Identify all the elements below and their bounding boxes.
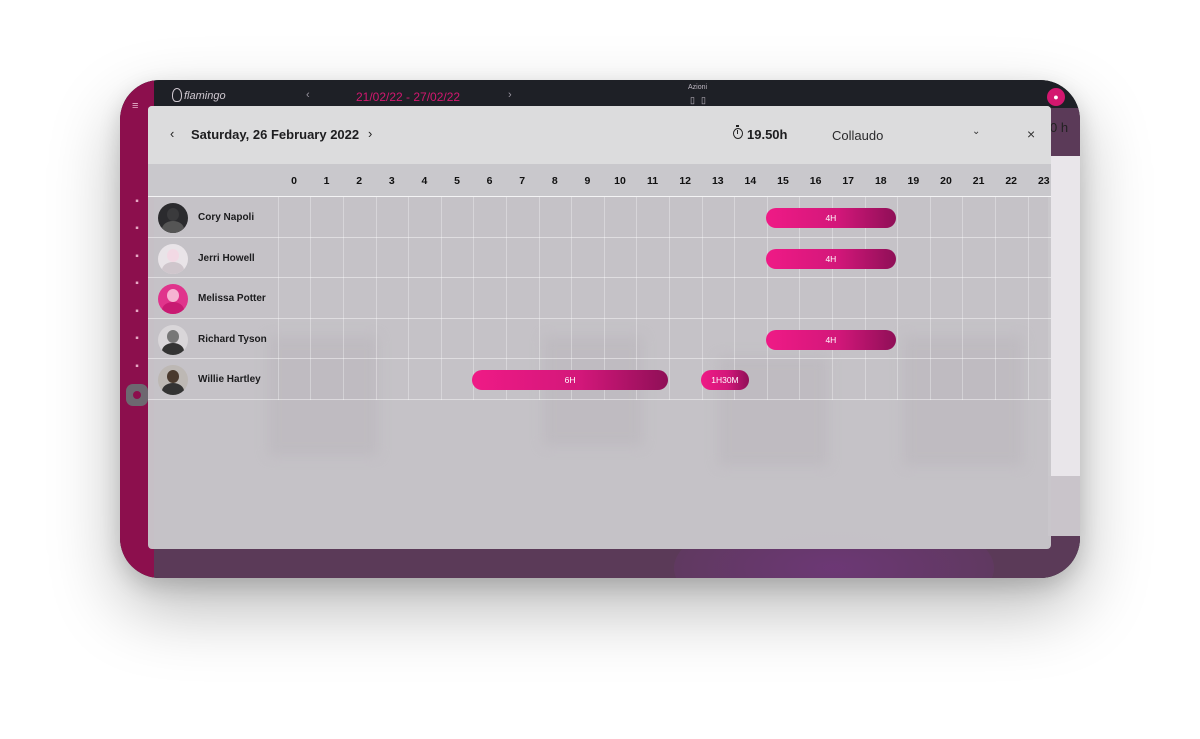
hour-label: 13: [711, 175, 724, 187]
week-prev-button[interactable]: ‹: [306, 89, 310, 101]
modal-date-title: Saturday, 26 February 2022: [191, 127, 360, 142]
avatar-head: [167, 370, 179, 384]
hour-label: 20: [940, 175, 952, 187]
bell-icon: ●: [1053, 92, 1059, 102]
calendar-icon[interactable]: ▪: [131, 333, 143, 345]
time-entry-bar[interactable]: 4H: [765, 208, 897, 228]
hour-label: 3: [388, 175, 395, 187]
avatar: [158, 284, 188, 315]
hour-label: 17: [842, 175, 855, 187]
hour-label: 10: [614, 175, 626, 187]
help-icon[interactable]: ▪: [131, 278, 143, 290]
day-detail-modal: ‹ Saturday, 26 February 2022 › 19.50h Co…: [148, 106, 1051, 549]
notification-button[interactable]: ●: [1047, 88, 1065, 106]
hours-header: 0 1 2 3 4 5 6 7 8 9 10 11 12 13 14 15 16 17 18 19 20 21 22 23: [148, 164, 1051, 197]
avatar-head: [167, 248, 179, 262]
menu-icon[interactable]: ≡: [132, 100, 138, 112]
hour-label: 18: [874, 175, 887, 187]
close-button[interactable]: ×: [1027, 126, 1035, 142]
document-icon[interactable]: ▪: [131, 196, 143, 208]
week-range: 21/02/22 - 27/02/22: [356, 90, 461, 104]
background-right-panel-lower: [1048, 476, 1080, 536]
person-name: Richard Tyson: [198, 333, 267, 345]
person-name: Willie Hartley: [198, 374, 261, 386]
hour-label: 1: [323, 175, 330, 187]
avatar: [158, 324, 188, 355]
person-row: Cory Napoli 4H: [148, 197, 1051, 238]
background-right-panel: [1048, 156, 1080, 486]
avatar-head: [167, 289, 179, 303]
person-row: Willie Hartley 6H 1H30M: [148, 359, 1051, 400]
clock-icon: [133, 391, 141, 399]
time-entry-bar[interactable]: 4H: [765, 329, 897, 350]
total-hours: 19.50h: [747, 127, 788, 142]
file-icon[interactable]: ▪: [131, 251, 143, 263]
avatar-head: [167, 329, 179, 343]
list-icon[interactable]: ▪: [131, 361, 143, 373]
hour-label: 8: [551, 175, 558, 187]
prev-day-button[interactable]: ‹: [170, 126, 174, 141]
hour-label: 5: [454, 175, 460, 187]
users-icon[interactable]: ▪: [131, 306, 143, 318]
person-row: Melissa Potter: [148, 278, 1051, 319]
hour-label: 15: [777, 175, 789, 187]
sidebar-item-timesheet[interactable]: [126, 384, 148, 406]
hour-label: 12: [679, 175, 692, 187]
person-name: Melissa Potter: [198, 293, 266, 305]
hour-label: 11: [647, 175, 659, 187]
avatar-body: [162, 342, 184, 355]
hour-label: 0: [291, 175, 297, 187]
hour-label: 4: [421, 175, 428, 187]
chevron-down-icon: ⌄: [972, 126, 981, 137]
info-icon[interactable]: ▪: [131, 223, 143, 235]
avatar-body: [162, 302, 184, 315]
person-name: Jerri Howell: [198, 252, 255, 264]
person-name: Cory Napoli: [198, 212, 255, 223]
avatar: [158, 243, 188, 274]
hour-label: 14: [744, 175, 757, 187]
flamingo-icon: [172, 88, 182, 102]
modal-header: ‹ Saturday, 26 February 2022 › 19.50h Co…: [148, 106, 1051, 164]
person-row: Richard Tyson 4H: [148, 319, 1051, 360]
avatar-body: [162, 261, 184, 274]
avatar-body: [162, 221, 184, 233]
timeline-grid: Cory Napoli 4H Jerri Howell 4H Melissa Potte…: [148, 197, 1051, 402]
avatar-head: [167, 208, 179, 221]
avatar: [158, 365, 188, 396]
next-day-button[interactable]: ›: [368, 126, 372, 141]
hour-label: 2: [356, 175, 363, 187]
hour-label: 16: [809, 175, 822, 187]
hour-label: 6: [486, 175, 493, 187]
time-entry-bar[interactable]: 1H30M: [700, 370, 750, 391]
app-topbar: [120, 80, 1080, 108]
actions-label: Azioni: [688, 84, 708, 91]
hour-label: 19: [907, 175, 920, 187]
hour-label: 23: [1037, 175, 1050, 187]
hour-label: 9: [584, 175, 591, 187]
time-entry-bar[interactable]: 6H: [472, 370, 668, 391]
logo-text: flamingo: [184, 90, 226, 102]
hour-label: 21: [972, 175, 985, 187]
actions-icons[interactable]: ▯▯: [690, 95, 712, 106]
week-next-button[interactable]: ›: [508, 89, 512, 101]
app-logo: flamingo: [172, 88, 226, 102]
avatar-body: [162, 383, 184, 396]
hour-label: 7: [519, 175, 526, 187]
avatar: [158, 203, 188, 233]
person-row: Jerri Howell 4H: [148, 238, 1051, 279]
background-hours: 0 h: [1050, 120, 1069, 135]
project-value: Collaudo: [832, 128, 884, 143]
stopwatch-icon: [733, 125, 743, 139]
hour-label: 22: [1005, 175, 1018, 187]
project-select[interactable]: Collaudo ⌄: [830, 118, 990, 152]
time-entry-bar[interactable]: 4H: [765, 248, 897, 269]
